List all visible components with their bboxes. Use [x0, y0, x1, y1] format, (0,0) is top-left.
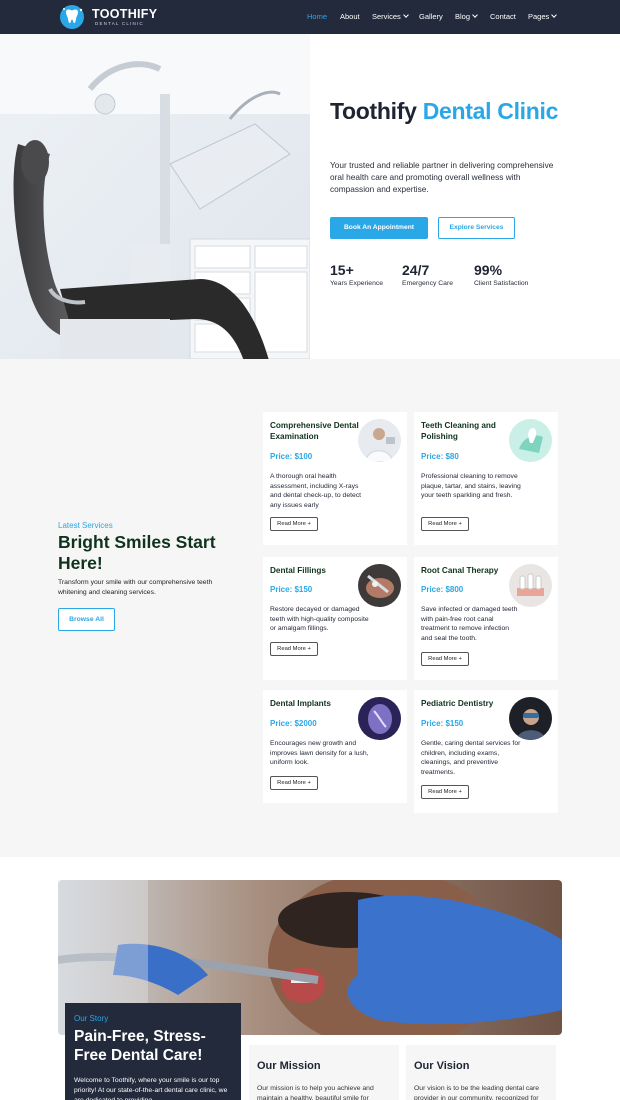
our-story-panel: Our Story Pain-Free, Stress-Free Dental … [65, 1003, 241, 1100]
card-title: Root Canal Therapy [421, 566, 499, 575]
card-price: Price: $2000 [270, 719, 317, 728]
chevron-down-icon [472, 12, 478, 18]
nav-label: Blog [455, 12, 471, 21]
hero-title-dark: Toothify [330, 98, 423, 124]
story-kicker: Our Story [74, 1014, 109, 1023]
nav-item-gallery[interactable]: Gallery [419, 12, 443, 21]
hero-title: Toothify Dental Clinic [330, 98, 590, 124]
hero-dental-chair-image [0, 34, 310, 359]
nav-label: Services [372, 12, 401, 21]
nav-label: Gallery [419, 12, 443, 21]
read-more-button[interactable]: Read More + [270, 642, 318, 656]
mission-title: Our Mission [257, 1060, 321, 1072]
services-kicker: Latest Services [58, 521, 113, 530]
nav-item-home[interactable]: Home [307, 12, 327, 21]
story-title: Pain-Free, Stress-Free Dental Care! [74, 1028, 206, 1064]
stat-emergency-care: 24/7 Emergency Care [402, 262, 453, 287]
card-price: Price: $100 [270, 452, 313, 461]
service-card-dental-implants: Dental Implants Price: $2000 Encourages … [263, 690, 407, 803]
nav-label: Contact [490, 12, 516, 21]
read-more-button[interactable]: Read More + [421, 652, 469, 666]
stat-value: 24/7 [402, 262, 430, 278]
explore-services-button[interactable]: Explore Services [438, 217, 515, 239]
service-card-teeth-cleaning: Teeth Cleaning and Polishing Price: $80 … [414, 412, 558, 545]
stat-value: 99% [474, 262, 503, 278]
stat-label: Emergency Care [402, 280, 453, 287]
card-title: Dental Implants [270, 699, 331, 708]
chevron-down-icon [402, 12, 409, 18]
stat-value: 15+ [330, 262, 354, 278]
nav-label: Pages [528, 12, 550, 21]
card-price: Price: $150 [270, 585, 313, 594]
services-description: Transform your smile with our comprehens… [58, 579, 213, 596]
card-description: Save infected or damaged teeth with pain… [421, 606, 518, 642]
nav-label: About [340, 12, 360, 21]
card-title: Teeth Cleaning and Polishing [421, 421, 496, 441]
card-description: Restore decayed or damaged teeth with hi… [270, 606, 369, 632]
nav-label: Home [307, 12, 328, 21]
stat-years-experience: 15+ Years Experience [330, 262, 383, 287]
pediatric-patient-image [509, 697, 552, 740]
nav-item-contact[interactable]: Contact [490, 12, 516, 21]
dentist-portrait-image [358, 419, 401, 462]
service-card-dental-fillings: Dental Fillings Price: $150 Restore deca… [263, 557, 407, 680]
browse-all-button[interactable]: Browse All [58, 608, 115, 631]
card-price: Price: $80 [421, 452, 459, 461]
hero-title-accent: Dental Clinic [422, 98, 559, 124]
service-card-dental-examination: Comprehensive Dental Examination Price: … [263, 412, 407, 545]
card-description: A thorough oral health assessment, inclu… [270, 473, 362, 509]
hero-description: Your trusted and reliable partner in del… [330, 160, 554, 194]
nav-item-services[interactable]: Services [372, 12, 409, 21]
main-menu: Home About Services Gallery Blog Contact… [0, 12, 620, 24]
book-appointment-button[interactable]: Book An Appointment [330, 217, 428, 239]
read-more-button[interactable]: Read More + [421, 785, 469, 799]
stat-label: Years Experience [330, 280, 384, 287]
card-title: Dental Fillings [270, 566, 326, 575]
card-description: Encourages new growth and improves lawn … [270, 740, 369, 766]
card-description: Professional cleaning to remove plaque, … [421, 473, 521, 499]
nav-item-about[interactable]: About [340, 12, 360, 21]
vision-title: Our Vision [414, 1060, 470, 1072]
our-mission-card: Our Mission Our mission is to help you a… [249, 1045, 399, 1100]
stat-label: Client Satisfaction [474, 280, 529, 287]
nav-item-blog[interactable]: Blog [455, 12, 478, 21]
stat-client-satisfaction: 99% Client Satisfaction [474, 262, 528, 287]
card-title: Comprehensive Dental Examination [270, 421, 359, 441]
our-vision-card: Our Vision Our vision is to be the leadi… [406, 1045, 556, 1100]
services-title: Bright Smiles Start Here! [58, 532, 216, 573]
card-title: Pediatric Dentistry [421, 699, 494, 708]
vision-text: Our vision is to be the leading dental c… [414, 1085, 540, 1100]
dental-implant-image [358, 697, 401, 740]
read-more-button[interactable]: Read More + [270, 517, 318, 531]
read-more-button[interactable]: Read More + [421, 517, 469, 531]
top-navbar: TOOTHIFY DENTAL CLINIC Home About Servic… [0, 0, 620, 34]
chevron-down-icon [551, 12, 558, 18]
card-description: Gentle, caring dental services for child… [421, 740, 521, 776]
card-price: Price: $150 [421, 719, 464, 728]
story-text: Welcome to Toothify, where your smile is… [74, 1077, 228, 1100]
dental-fillings-image [358, 564, 401, 607]
teeth-cleaning-image [509, 419, 552, 462]
mission-text: Our mission is to help you achieve and m… [257, 1085, 374, 1100]
service-card-root-canal: Root Canal Therapy Price: $800 Save infe… [414, 557, 558, 680]
nav-item-pages[interactable]: Pages [528, 12, 558, 21]
read-more-button[interactable]: Read More + [270, 776, 318, 790]
card-price: Price: $800 [421, 585, 464, 594]
root-canal-model-image [509, 564, 552, 607]
service-card-pediatric-dentistry: Pediatric Dentistry Price: $150 Gentle, … [414, 690, 558, 813]
